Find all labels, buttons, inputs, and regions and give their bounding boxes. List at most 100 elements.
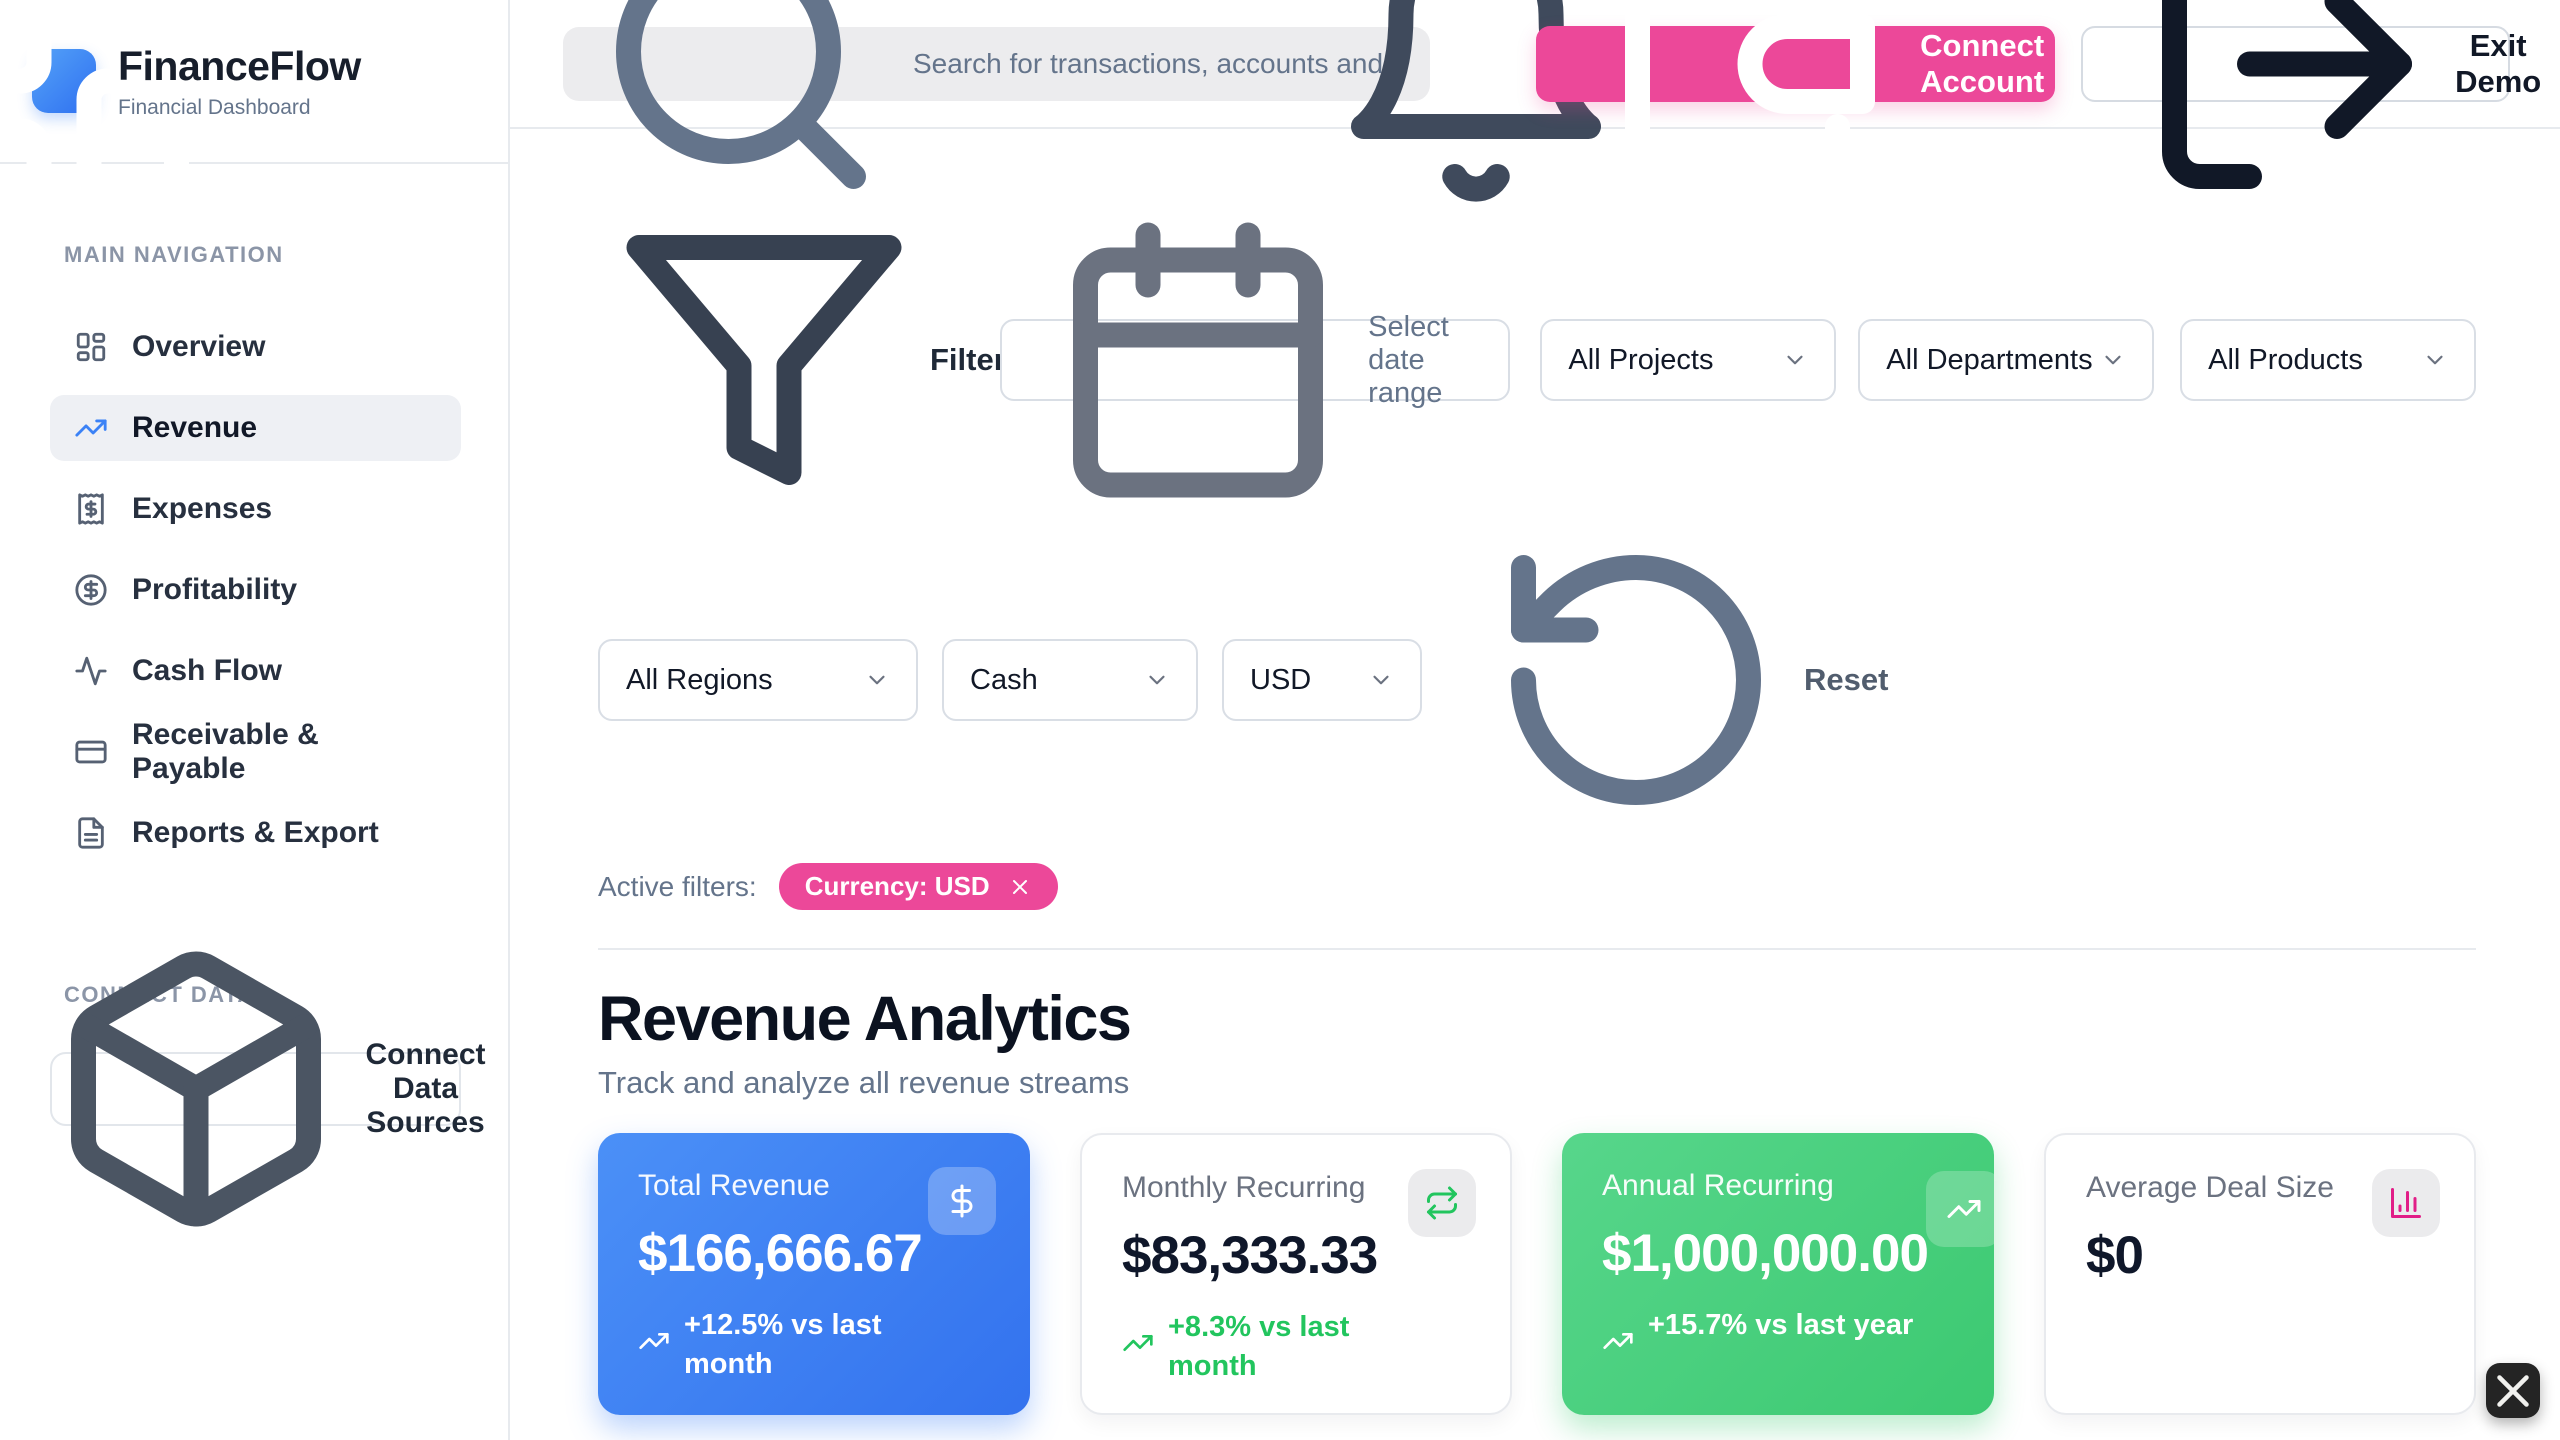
connect-data-section: CONNECT DATA Connect Data Sources xyxy=(50,982,461,1126)
kpi-trend-text: +12.5% vs last month xyxy=(684,1306,934,1384)
kpi-title: Annual Recurring xyxy=(1602,1169,1954,1203)
exit-demo-button[interactable]: Exit Demo xyxy=(2081,26,2510,102)
cube-icon xyxy=(46,939,346,1239)
search-box xyxy=(563,27,1430,101)
chevron-down-icon xyxy=(864,667,890,693)
close-icon xyxy=(2486,1364,2540,1418)
notifications-button[interactable] xyxy=(1460,42,1492,86)
bar-chart-icon xyxy=(2372,1169,2440,1237)
kpi-trend: +12.5% vs last month xyxy=(638,1306,990,1384)
sidebar-item-revenue[interactable]: Revenue xyxy=(50,395,461,461)
trending-up-icon xyxy=(1926,1171,1994,1247)
sidebar: FinanceFlow Financial Dashboard MAIN NAV… xyxy=(0,0,510,1440)
trending-up-icon xyxy=(638,1311,670,1343)
filters-label: Filters xyxy=(598,210,984,510)
kpi-trend: +15.7% vs last year xyxy=(1602,1306,1954,1345)
nav-list: Overview Revenue Expenses Profitability Cash… xyxy=(50,314,461,866)
regions-value: All Regions xyxy=(626,664,773,697)
kpi-value: $1,000,000.00 xyxy=(1602,1223,1954,1284)
date-range-input[interactable]: Select date range xyxy=(1000,319,1510,401)
page-title: Revenue Analytics xyxy=(598,983,2476,1055)
connect-account-label: Connect Account xyxy=(1920,28,2044,100)
departments-select[interactable]: All Departments xyxy=(1858,319,2154,401)
chevron-down-icon xyxy=(2100,347,2126,373)
products-value: All Products xyxy=(2208,344,2363,377)
departments-value: All Departments xyxy=(1886,344,2092,377)
funnel-icon xyxy=(614,210,914,510)
main-content: Filters Select date range All Projects A… xyxy=(510,131,2560,1440)
receipt-icon xyxy=(74,492,108,526)
brand-text: FinanceFlow Financial Dashboard xyxy=(118,43,361,120)
kpi-card-annual-recurring: Annual Recurring $1,000,000.00 +15.7% vs l… xyxy=(1562,1133,1994,1415)
currency-value: USD xyxy=(1250,664,1311,697)
chevron-down-icon xyxy=(1782,347,1808,373)
sidebar-item-label: Overview xyxy=(132,330,265,364)
topbar: Connect Account Exit Demo xyxy=(510,0,2560,129)
filters-row-1: Filters Select date range All Projects A… xyxy=(598,210,2476,510)
sidebar-item-label: Profitability xyxy=(132,573,297,607)
sidebar-item-overview[interactable]: Overview xyxy=(50,314,461,380)
kpi-trend-text: +15.7% vs last year xyxy=(1648,1306,1913,1345)
sidebar-item-label: Receivable & Payable xyxy=(132,718,437,786)
sidebar-item-label: Revenue xyxy=(132,411,257,445)
kpi-card-monthly-recurring: Monthly Recurring$83,333.33+8.3% vs last… xyxy=(1080,1133,1512,1415)
kpi-card-average-deal-size: Average Deal Size$0 xyxy=(2044,1133,2476,1415)
projects-select[interactable]: All Projects xyxy=(1540,319,1836,401)
nav-section-label: MAIN NAVIGATION xyxy=(50,242,461,268)
calendar-icon xyxy=(1048,210,1348,510)
connect-account-button[interactable]: Connect Account xyxy=(1536,26,2055,102)
sidebar-item-cash-flow[interactable]: Cash Flow xyxy=(50,638,461,704)
activity-icon xyxy=(74,654,108,688)
connect-data-sources-button[interactable]: Connect Data Sources xyxy=(50,1052,461,1126)
kpi-row: Total Revenue$166,666.67+12.5% vs last m… xyxy=(598,1133,2476,1415)
kpi-trend: +8.3% vs last month xyxy=(1122,1308,1470,1386)
sidebar-item-profitability[interactable]: Profitability xyxy=(50,557,461,623)
sidebar-item-label: Expenses xyxy=(132,492,272,526)
active-filter-chip-label: Currency: USD xyxy=(805,871,990,902)
main-navigation: MAIN NAVIGATION Overview Revenue Expenses P… xyxy=(0,164,508,866)
filters-row-2: All Regions Cash USD Reset xyxy=(598,530,2476,830)
sidebar-item-label: Reports & Export xyxy=(132,816,379,850)
remove-filter-icon[interactable] xyxy=(1008,875,1032,899)
trending-up-icon xyxy=(1122,1313,1154,1345)
dashboard-icon xyxy=(74,330,108,364)
sidebar-item-reports-export[interactable]: Reports & Export xyxy=(50,800,461,866)
brand: FinanceFlow Financial Dashboard xyxy=(0,0,508,164)
sidebar-item-receivable-payable[interactable]: Receivable & Payable xyxy=(50,719,461,785)
page-subtitle: Track and analyze all revenue streams xyxy=(598,1065,2476,1101)
app-subtitle: Financial Dashboard xyxy=(118,96,361,120)
regions-select[interactable]: All Regions xyxy=(598,639,918,721)
connect-data-sources-label: Connect Data Sources xyxy=(366,1038,486,1140)
payment-type-select[interactable]: Cash xyxy=(942,639,1198,721)
exit-demo-label: Exit Demo xyxy=(2455,28,2541,100)
active-filters-row: Active filters: Currency: USD xyxy=(598,863,2476,910)
rotate-ccw-icon xyxy=(1486,530,1786,830)
dollar-sign-icon xyxy=(928,1167,996,1235)
projects-value: All Projects xyxy=(1568,344,1713,377)
payment-type-value: Cash xyxy=(970,664,1038,697)
kpi-card-total-revenue: Total Revenue$166,666.67+12.5% vs last m… xyxy=(598,1133,1030,1415)
repeat-icon xyxy=(1408,1169,1476,1237)
currency-select[interactable]: USD xyxy=(1222,639,1422,721)
sidebar-item-label: Cash Flow xyxy=(132,654,282,688)
trending-up-icon xyxy=(74,411,108,445)
active-filters-label: Active filters: xyxy=(598,871,757,903)
reset-label: Reset xyxy=(1804,662,1888,698)
chevron-down-icon xyxy=(2422,347,2448,373)
chevron-down-icon xyxy=(1368,667,1394,693)
products-select[interactable]: All Products xyxy=(2180,319,2476,401)
trending-up-icon xyxy=(1602,1311,1634,1343)
reset-filters-button[interactable]: Reset xyxy=(1468,530,1888,830)
credit-card-icon xyxy=(74,735,108,769)
section-divider xyxy=(598,948,2476,950)
kpi-trend-text: +8.3% vs last month xyxy=(1168,1308,1418,1386)
active-filter-chip[interactable]: Currency: USD xyxy=(779,863,1058,910)
file-text-icon xyxy=(74,816,108,850)
app-title: FinanceFlow xyxy=(118,43,361,90)
chevron-down-icon xyxy=(1144,667,1170,693)
sidebar-item-expenses[interactable]: Expenses xyxy=(50,476,461,542)
date-range-placeholder: Select date range xyxy=(1368,311,1482,410)
app-logo xyxy=(32,49,96,113)
dollar-circle-icon xyxy=(74,573,108,607)
close-overlay-button[interactable] xyxy=(2486,1363,2540,1418)
